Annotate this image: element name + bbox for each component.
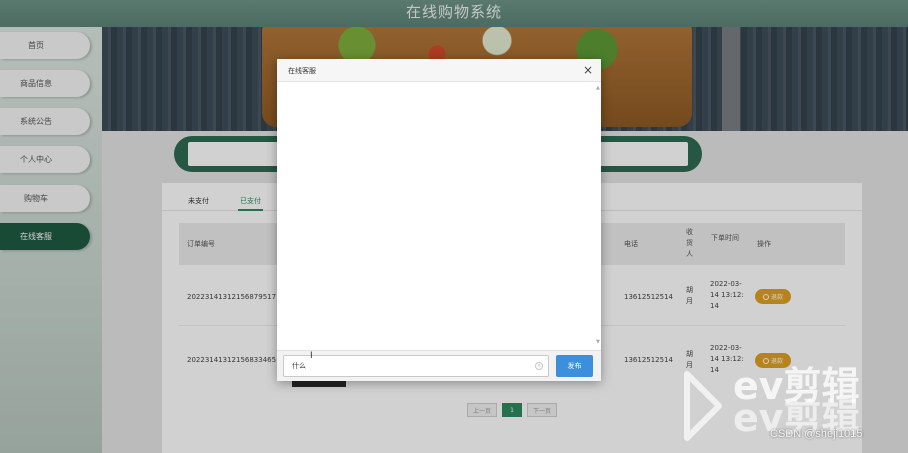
ev-logo-icon	[684, 371, 722, 441]
text-cursor-icon: I	[310, 351, 313, 361]
scroll-down-icon[interactable]: ▼	[596, 339, 600, 345]
modal-title: 在线客服	[288, 67, 316, 75]
chat-message-input[interactable]	[283, 355, 549, 377]
send-button[interactable]: 发布	[556, 355, 593, 377]
watermark-brand: ev剪辑 ev剪辑	[733, 364, 860, 440]
chat-modal: 在线客服 × ▲ ▼ × 发布	[277, 59, 601, 381]
modal-header: 在线客服 ×	[277, 59, 601, 82]
chat-footer: × 发布	[277, 350, 601, 381]
csdn-watermark: CSDN @sheji1015	[770, 428, 863, 440]
scroll-up-icon[interactable]: ▲	[596, 85, 600, 91]
close-icon[interactable]: ×	[583, 63, 593, 77]
clear-icon[interactable]: ×	[535, 362, 543, 370]
chat-scrollbar[interactable]: ▲ ▼	[596, 85, 600, 345]
